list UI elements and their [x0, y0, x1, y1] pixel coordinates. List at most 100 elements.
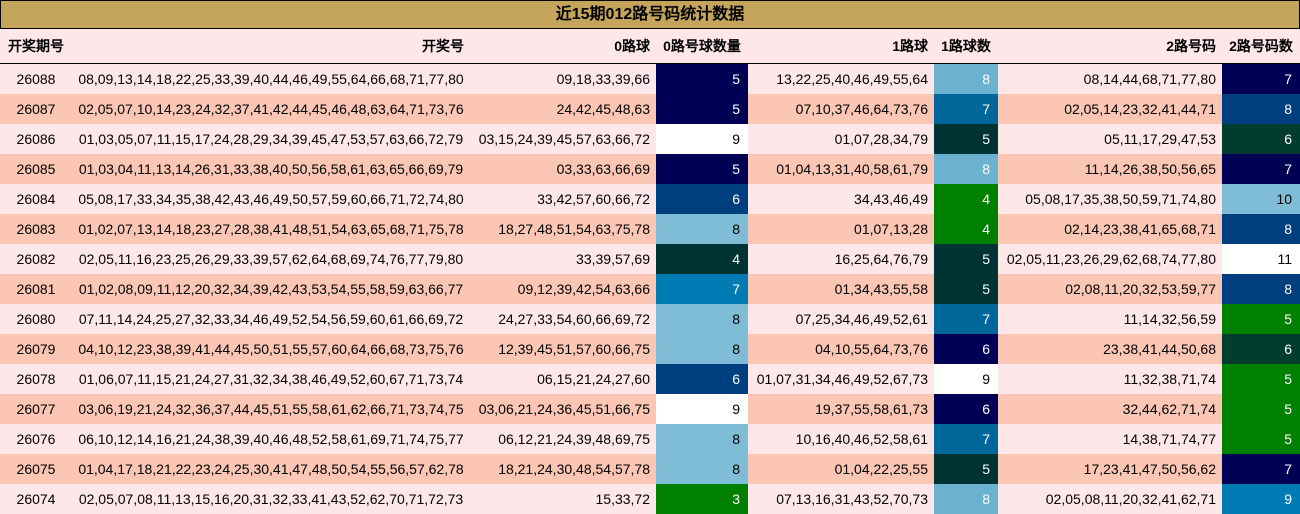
route2-count-cell: 7	[1222, 63, 1300, 94]
numbers-cell: 08,09,13,14,18,22,25,33,39,40,44,46,49,5…	[72, 63, 470, 94]
issue-cell: 26080	[0, 304, 72, 334]
route2-cell: 02,05,08,11,20,32,41,62,71	[998, 484, 1222, 514]
route2-count-cell: 5	[1222, 304, 1300, 334]
route2-cell: 02,05,11,23,26,29,62,68,74,77,80	[998, 244, 1222, 274]
route1-count-cell: 5	[934, 274, 998, 304]
route2-count-cell: 8	[1222, 214, 1300, 244]
header-route1-count: 1路球数	[934, 29, 998, 64]
issue-cell: 26075	[0, 454, 72, 484]
route0-count-cell: 8	[656, 424, 748, 454]
route1-cell: 16,25,64,76,79	[748, 244, 934, 274]
issue-cell: 26086	[0, 124, 72, 154]
route1-cell: 01,34,43,55,58	[748, 274, 934, 304]
route0-cell: 06,15,21,24,27,60	[470, 364, 656, 394]
route2-count-cell: 5	[1222, 364, 1300, 394]
route0-count-cell: 5	[656, 63, 748, 94]
route1-cell: 10,16,40,46,52,58,61	[748, 424, 934, 454]
header-row: 开奖期号 开奖号 0路球 0路号球数量 1路球 1路球数 2路号码 2路号码数	[0, 29, 1300, 64]
issue-cell: 26087	[0, 94, 72, 124]
issue-cell: 26082	[0, 244, 72, 274]
issue-cell: 26074	[0, 484, 72, 514]
route1-count-cell: 5	[934, 124, 998, 154]
route1-count-cell: 8	[934, 63, 998, 94]
route1-cell: 07,25,34,46,49,52,61	[748, 304, 934, 334]
route1-count-cell: 8	[934, 484, 998, 514]
numbers-cell: 01,03,04,11,13,14,26,31,33,38,40,50,56,5…	[72, 154, 470, 184]
route0-cell: 09,12,39,42,54,63,66	[470, 274, 656, 304]
route1-count-cell: 7	[934, 94, 998, 124]
route2-count-cell: 7	[1222, 454, 1300, 484]
route2-cell: 05,08,17,35,38,50,59,71,74,80	[998, 184, 1222, 214]
numbers-cell: 04,10,12,23,38,39,41,44,45,50,51,55,57,6…	[72, 334, 470, 364]
table-row: 26074 02,05,07,08,11,13,15,16,20,31,32,33…	[0, 484, 1300, 514]
route1-cell: 07,13,16,31,43,52,70,73	[748, 484, 934, 514]
route0-count-cell: 5	[656, 154, 748, 184]
table-row: 26075 01,04,17,18,21,22,23,24,25,30,41,47…	[0, 454, 1300, 484]
issue-cell: 26078	[0, 364, 72, 394]
route2-cell: 08,14,44,68,71,77,80	[998, 63, 1222, 94]
header-route2: 2路号码	[998, 29, 1222, 64]
route2-cell: 05,11,17,29,47,53	[998, 124, 1222, 154]
table-row: 26083 01,02,07,13,14,18,23,27,28,38,41,48…	[0, 214, 1300, 244]
route2-count-cell: 10	[1222, 184, 1300, 214]
numbers-cell: 07,11,14,24,25,27,32,33,34,46,49,52,54,5…	[72, 304, 470, 334]
route0-count-cell: 9	[656, 394, 748, 424]
issue-cell: 26081	[0, 274, 72, 304]
route2-count-cell: 8	[1222, 274, 1300, 304]
table-row: 26084 05,08,17,33,34,35,38,42,43,46,49,50…	[0, 184, 1300, 214]
header-route0: 0路球	[470, 29, 656, 64]
table-row: 26086 01,03,05,07,11,15,17,24,28,29,34,39…	[0, 124, 1300, 154]
table-row: 26080 07,11,14,24,25,27,32,33,34,46,49,52…	[0, 304, 1300, 334]
route2-count-cell: 11	[1222, 244, 1300, 274]
table-row: 26076 06,10,12,14,16,21,24,38,39,40,46,48…	[0, 424, 1300, 454]
route2-count-cell: 5	[1222, 424, 1300, 454]
route1-count-cell: 4	[934, 214, 998, 244]
route0-cell: 33,39,57,69	[470, 244, 656, 274]
numbers-cell: 02,05,07,10,14,23,24,32,37,41,42,44,45,4…	[72, 94, 470, 124]
route1-count-cell: 7	[934, 424, 998, 454]
route2-count-cell: 8	[1222, 94, 1300, 124]
route2-cell: 11,14,32,56,59	[998, 304, 1222, 334]
route2-cell: 02,08,11,20,32,53,59,77	[998, 274, 1222, 304]
route0-count-cell: 8	[656, 304, 748, 334]
issue-cell: 26088	[0, 63, 72, 94]
route2-cell: 11,32,38,71,74	[998, 364, 1222, 394]
issue-cell: 26083	[0, 214, 72, 244]
route0-cell: 24,27,33,54,60,66,69,72	[470, 304, 656, 334]
stats-table: 开奖期号 开奖号 0路球 0路号球数量 1路球 1路球数 2路号码 2路号码数 …	[0, 29, 1300, 514]
table-row: 26082 02,05,11,16,23,25,26,29,33,39,57,62…	[0, 244, 1300, 274]
table-row: 26079 04,10,12,23,38,39,41,44,45,50,51,55…	[0, 334, 1300, 364]
route1-count-cell: 6	[934, 394, 998, 424]
table-body: 26088 08,09,13,14,18,22,25,33,39,40,44,46…	[0, 63, 1300, 514]
numbers-cell: 01,02,07,13,14,18,23,27,28,38,41,48,51,5…	[72, 214, 470, 244]
issue-cell: 26079	[0, 334, 72, 364]
route2-count-cell: 5	[1222, 394, 1300, 424]
table-row: 26088 08,09,13,14,18,22,25,33,39,40,44,46…	[0, 63, 1300, 94]
route0-count-cell: 6	[656, 184, 748, 214]
route1-cell: 01,04,13,31,40,58,61,79	[748, 154, 934, 184]
issue-cell: 26077	[0, 394, 72, 424]
route0-count-cell: 6	[656, 364, 748, 394]
numbers-cell: 01,06,07,11,15,21,24,27,31,32,34,38,46,4…	[72, 364, 470, 394]
route1-cell: 01,04,22,25,55	[748, 454, 934, 484]
route0-cell: 12,39,45,51,57,60,66,75	[470, 334, 656, 364]
route2-count-cell: 9	[1222, 484, 1300, 514]
table-row: 26078 01,06,07,11,15,21,24,27,31,32,34,38…	[0, 364, 1300, 394]
route1-count-cell: 7	[934, 304, 998, 334]
route1-count-cell: 6	[934, 334, 998, 364]
route2-cell: 17,23,41,47,50,56,62	[998, 454, 1222, 484]
route1-cell: 19,37,55,58,61,73	[748, 394, 934, 424]
table-row: 26081 01,02,08,09,11,12,20,32,34,39,42,43…	[0, 274, 1300, 304]
route1-count-cell: 9	[934, 364, 998, 394]
numbers-cell: 05,08,17,33,34,35,38,42,43,46,49,50,57,5…	[72, 184, 470, 214]
numbers-cell: 02,05,11,16,23,25,26,29,33,39,57,62,64,6…	[72, 244, 470, 274]
numbers-cell: 03,06,19,21,24,32,36,37,44,45,51,55,58,6…	[72, 394, 470, 424]
issue-cell: 26085	[0, 154, 72, 184]
route0-count-cell: 8	[656, 334, 748, 364]
route0-count-cell: 8	[656, 214, 748, 244]
route0-cell: 03,33,63,66,69	[470, 154, 656, 184]
numbers-cell: 06,10,12,14,16,21,24,38,39,40,46,48,52,5…	[72, 424, 470, 454]
route2-cell: 02,05,14,23,32,41,44,71	[998, 94, 1222, 124]
route0-cell: 03,15,24,39,45,57,63,66,72	[470, 124, 656, 154]
route0-count-cell: 5	[656, 94, 748, 124]
